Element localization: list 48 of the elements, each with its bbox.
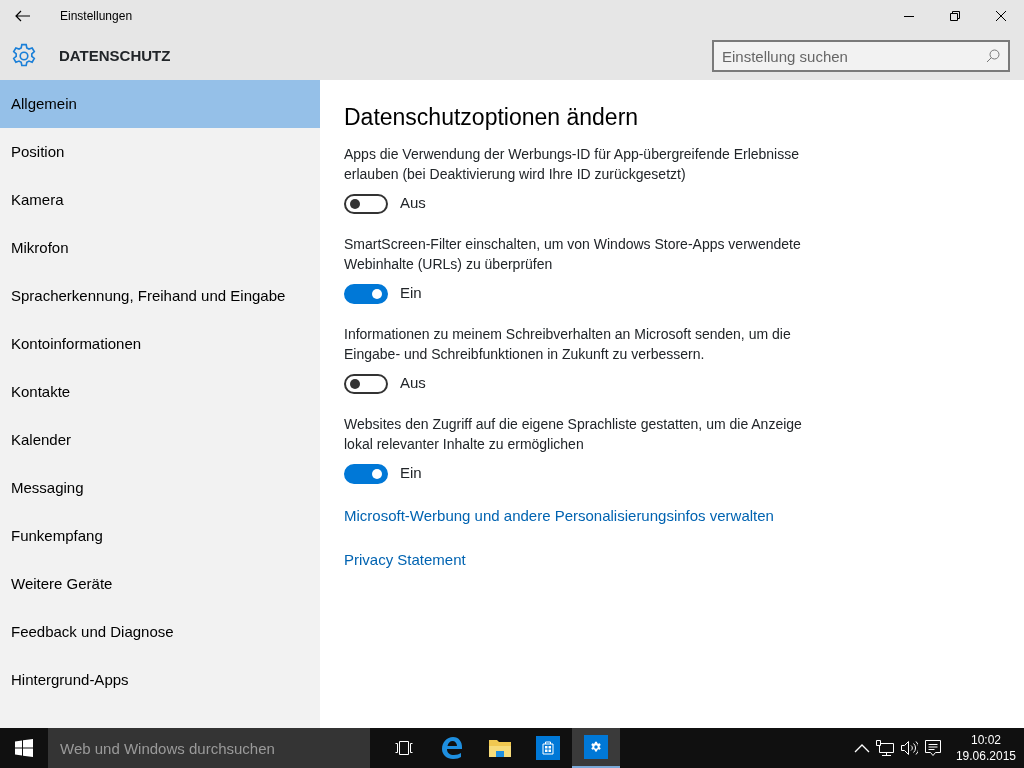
sidebar-item[interactable]: Messaging — [0, 464, 320, 512]
sidebar-item[interactable]: Kalender — [0, 416, 320, 464]
settings-icon — [11, 43, 37, 69]
sidebar-item[interactable]: Position — [0, 128, 320, 176]
folder-icon — [488, 738, 512, 758]
toggle-state-label: Aus — [400, 373, 426, 394]
window-title: Einstellungen — [60, 8, 133, 25]
setting-description: Websites den Zugriff auf die eigene Sprachliste gestatten, um die Anzeige lokal relevanter Inhalte zu ermöglichen — [344, 414, 803, 454]
task-view-icon — [394, 740, 414, 756]
taskbar-button[interactable] — [572, 728, 620, 768]
link[interactable]: Microsoft-Werbung und andere Personalisierungsinfos verwalten — [344, 504, 774, 528]
search-field[interactable]: Einstellung suchen — [712, 40, 1010, 72]
page-title: DATENSCHUTZ — [59, 45, 171, 66]
search-icon — [986, 49, 1000, 63]
sidebar-item[interactable]: Spracherkennung, Freihand und Eingabe — [0, 272, 320, 320]
notification-icon[interactable] — [923, 739, 942, 757]
toggle-state-label: Ein — [400, 463, 422, 484]
toggle-switch[interactable] — [344, 373, 388, 394]
sidebar-item[interactable]: Allgemein — [0, 80, 320, 128]
windows-logo-icon — [15, 739, 33, 757]
toggle-switch[interactable] — [344, 193, 388, 214]
network-icon[interactable] — [875, 740, 894, 756]
edge-browser-icon — [440, 736, 464, 760]
toggle-switch[interactable] — [344, 283, 388, 304]
restore-icon — [950, 11, 960, 21]
toggle-state-label: Ein — [400, 283, 422, 304]
section-heading: Datenschutzoptionen ändern — [344, 104, 640, 132]
sidebar-item[interactable]: Kontoinformationen — [0, 320, 320, 368]
toggle-switch[interactable] — [344, 463, 388, 484]
speaker-icon[interactable] — [899, 740, 918, 756]
setting-description: SmartScreen-Filter einschalten, um von Windows Store-Apps verwendete Webinhalte (URLs) zu überprüfen — [344, 234, 802, 274]
setting-description: Informationen zu meinem Schreibverhalten an Microsoft senden, um die Eingabe- und Schreibfunktionen in Zukunft zu verbessern. — [344, 324, 792, 364]
toggle-state-label: Aus — [400, 193, 426, 214]
store-bag-icon — [536, 736, 560, 760]
clock[interactable]: 10:02 19.06.2015 — [947, 732, 1024, 764]
sidebar-item[interactable]: Funkempfang — [0, 512, 320, 560]
link[interactable]: Privacy Statement — [344, 548, 466, 572]
back-arrow-icon — [15, 10, 31, 22]
sidebar-item[interactable]: Hintergrund-Apps — [0, 656, 320, 704]
sidebar-item[interactable]: Mikrofon — [0, 224, 320, 272]
sidebar-item[interactable]: Kontakte — [0, 368, 320, 416]
sidebar-item[interactable]: Weitere Geräte — [0, 560, 320, 608]
sidebar-item[interactable]: Feedback und Diagnose — [0, 608, 320, 656]
sidebar-item[interactable]: Kamera — [0, 176, 320, 224]
close-icon — [996, 11, 1006, 21]
settings-icon — [584, 735, 608, 759]
setting-description: Apps die Verwendung der Werbungs-ID für App-übergreifende Erlebnisse erlauben (bei Deaktivierung wird Ihre ID zurückgesetzt) — [344, 144, 800, 184]
chevron-up-icon[interactable] — [853, 743, 870, 753]
